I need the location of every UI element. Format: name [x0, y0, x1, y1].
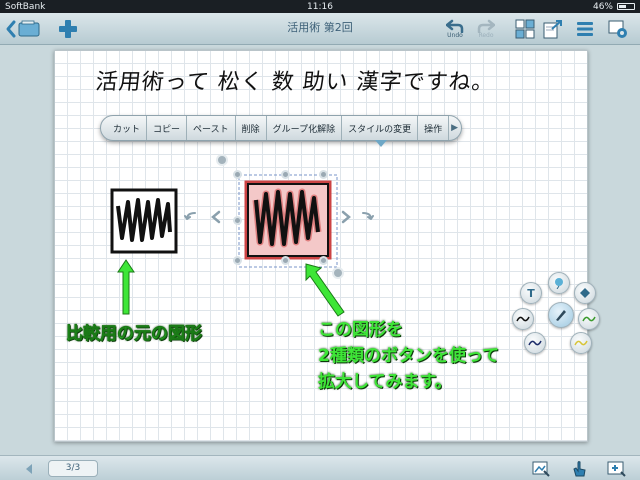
redo-label: Redo	[478, 32, 494, 39]
export-button[interactable]	[540, 16, 566, 42]
tool-wheel: T	[512, 272, 602, 372]
insert-image-icon	[532, 461, 550, 477]
stroke-green-icon	[582, 316, 596, 322]
resize-handle-left[interactable]	[233, 216, 242, 225]
annotation-selected-label: この図形を 2種類のボタンを使って 拡大してみます。	[318, 317, 499, 395]
menu-item-delete[interactable]: 削除	[236, 116, 267, 140]
original-shape[interactable]	[110, 188, 178, 254]
pen-tool-button[interactable]	[548, 302, 574, 328]
eraser-tool-button[interactable]	[574, 282, 596, 304]
carrier-label: SoftBank	[5, 1, 46, 12]
menu-button[interactable]	[572, 16, 598, 42]
page-list-button[interactable]	[512, 16, 538, 42]
annotation-line: 2種類のボタンを使って	[318, 346, 499, 366]
export-icon	[543, 20, 562, 39]
redo-button[interactable]: Redo	[472, 16, 500, 42]
bottom-bar: 3/3	[0, 455, 640, 480]
annotation-line: この図形を	[318, 320, 403, 340]
menu-pointer	[375, 140, 387, 147]
stroke-black-icon	[516, 316, 530, 322]
stroke-navy-icon	[528, 340, 542, 346]
rotate-handle-right-icon[interactable]	[338, 210, 352, 224]
resize-handle-bottom[interactable]	[281, 256, 290, 265]
resize-handle-top-right[interactable]	[319, 170, 328, 179]
resize-handle-top[interactable]	[281, 170, 290, 179]
rotate-left-icon[interactable]	[184, 210, 198, 224]
annotation-arrow-original	[117, 259, 135, 315]
undo-icon	[446, 19, 464, 33]
battery-icon	[617, 3, 635, 10]
add-page-icon	[607, 461, 626, 477]
stroke-yellow-icon	[574, 340, 588, 346]
lasso-icon	[555, 278, 563, 289]
menu-item-ungroup[interactable]: グループ化解除	[267, 116, 343, 140]
previous-page-icon[interactable]	[22, 462, 36, 476]
annotation-arrow-selected	[305, 263, 345, 317]
menu-item-paste[interactable]: ペースト	[187, 116, 236, 140]
annotation-original-label: 比較用の元の図形	[66, 324, 203, 345]
page-indicator[interactable]: 3/3	[48, 460, 98, 477]
status-bar: SoftBank 11:16 46%	[0, 0, 640, 13]
redo-icon	[477, 19, 495, 33]
menu-item-change-style[interactable]: スタイルの変更	[342, 116, 419, 140]
pen-black-button[interactable]	[512, 308, 534, 330]
handwritten-text[interactable]: 活用術って 松く 数 助い 漢字ですね。	[94, 64, 496, 96]
annotation-line: 拡大してみます。	[318, 372, 452, 392]
undo-button[interactable]: Undo	[440, 16, 470, 42]
menu-more-arrow-icon[interactable]: ▶	[451, 123, 458, 133]
toolbar: 活用術 第2回 Undo Redo	[0, 13, 640, 45]
resize-handle-bottom-left[interactable]	[233, 256, 242, 265]
rotate-handle-top[interactable]	[216, 154, 228, 166]
menu-item-cut[interactable]: カット	[107, 116, 148, 140]
resize-handle-top-left[interactable]	[233, 170, 242, 179]
page-grid-icon	[515, 19, 535, 39]
hand-tool-button[interactable]	[568, 459, 590, 479]
text-tool-button[interactable]: T	[520, 282, 542, 304]
rotate-handle-icon[interactable]	[210, 210, 224, 224]
battery-percent: 46%	[592, 1, 613, 12]
pen-blue-button[interactable]	[524, 332, 546, 354]
settings-icon	[608, 20, 627, 38]
text-tool-icon: T	[527, 286, 535, 300]
lasso-tool-button[interactable]	[548, 272, 570, 294]
menu-item-copy[interactable]: コピー	[147, 116, 188, 140]
pen-green-button[interactable]	[578, 308, 600, 330]
insert-image-button[interactable]	[530, 459, 552, 479]
clock: 11:16	[307, 1, 333, 12]
undo-label: Undo	[447, 32, 463, 39]
menu-item-operations[interactable]: 操作	[418, 116, 450, 140]
hand-pointer-icon	[573, 461, 586, 477]
pen-yellow-button[interactable]	[570, 332, 592, 354]
add-page-bottom-button[interactable]	[606, 459, 628, 479]
eraser-icon	[580, 288, 590, 298]
settings-button[interactable]	[605, 16, 631, 42]
rotate-right-icon[interactable]	[360, 210, 374, 224]
context-menu: カット コピー ペースト 削除 グループ化解除 スタイルの変更 操作 ▶	[100, 115, 462, 147]
menu-icon	[577, 22, 593, 36]
pen-icon	[556, 310, 566, 321]
